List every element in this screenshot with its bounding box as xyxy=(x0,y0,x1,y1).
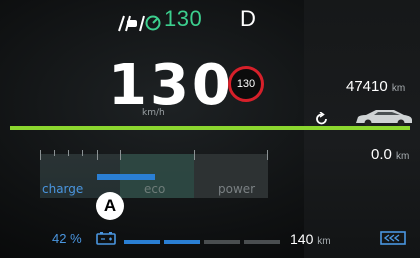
driver-assist-icon xyxy=(118,15,161,32)
speed-limit-sign: 130 xyxy=(228,66,264,102)
odometer: 47410 km xyxy=(346,78,405,95)
recirculation-icon xyxy=(316,112,327,125)
battery-range-bar xyxy=(124,240,286,244)
odometer-unit: km xyxy=(391,83,406,94)
speed-readout: 130 xyxy=(108,53,234,118)
gear-indicator: D xyxy=(240,6,256,31)
instrument-cluster: 130 D 130 km/h 130 47410 km 0.0 km charg… xyxy=(0,0,420,258)
trip-meter: 0.0 km xyxy=(371,146,409,163)
power-level-bar xyxy=(97,174,155,180)
battery-bar: 42 % 140 km xyxy=(0,226,420,258)
power-meter: charge eco power xyxy=(40,150,268,198)
trip-value: 0.0 xyxy=(371,146,392,163)
speed-unit: km/h xyxy=(142,108,165,118)
battery-icon xyxy=(96,232,116,245)
range-value: 140 xyxy=(290,231,314,247)
car-icon xyxy=(356,110,412,127)
zone-label-eco: eco xyxy=(144,182,166,196)
callout-marker: A xyxy=(96,192,124,220)
battery-percent: 42 % xyxy=(52,231,82,246)
trip-unit: km xyxy=(396,151,410,162)
zone-label-charge: charge xyxy=(42,182,84,196)
set-speed: 130 xyxy=(164,6,203,31)
odometer-value: 47410 xyxy=(346,78,388,95)
battery-range: 140 km xyxy=(290,231,331,247)
range-unit: km xyxy=(317,236,331,247)
zone-label-power: power xyxy=(218,182,256,196)
speed-limit-value: 130 xyxy=(236,78,256,90)
green-divider-line xyxy=(10,126,410,130)
regen-braking-icon xyxy=(380,231,406,245)
